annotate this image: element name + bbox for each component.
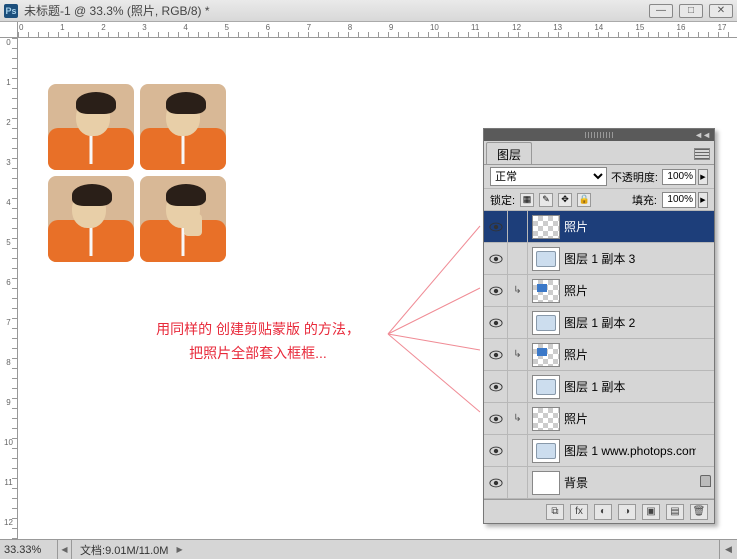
blend-mode-select[interactable]: 正常 xyxy=(490,167,607,186)
panel-tabs: 图层 xyxy=(484,141,714,165)
visibility-toggle-icon[interactable] xyxy=(484,371,508,402)
fill-flyout-icon[interactable]: ▶ xyxy=(698,192,708,208)
document-title: 未标题-1 @ 33.3% (照片, RGB/8) * xyxy=(24,2,210,19)
doc-size-value: 9.01M/11.0M xyxy=(105,545,168,557)
lock-label: 锁定: xyxy=(490,192,515,208)
layer-name[interactable]: 图层 1 副本 3 xyxy=(564,250,696,267)
opacity-flyout-icon[interactable]: ▶ xyxy=(698,169,708,185)
doc-size-label: 文档: xyxy=(80,545,105,557)
minimize-button[interactable]: — xyxy=(649,4,673,18)
panel-titlebar[interactable]: ◄◄ xyxy=(484,129,714,141)
clip-indicator-icon xyxy=(508,467,528,498)
visibility-toggle-icon[interactable] xyxy=(484,275,508,306)
opacity-label: 不透明度: xyxy=(611,169,658,185)
visibility-toggle-icon[interactable] xyxy=(484,243,508,274)
panel-grip-icon xyxy=(585,132,613,138)
clip-indicator-icon xyxy=(508,307,528,338)
layer-group-icon[interactable]: ▣ xyxy=(642,504,660,520)
photo-collage xyxy=(48,84,226,262)
scroll-left-icon[interactable]: ◀ xyxy=(719,540,737,559)
layer-row[interactable]: ↳ 照片 xyxy=(484,275,714,307)
clip-indicator-icon: ↳ xyxy=(508,275,528,306)
panel-menu-icon[interactable] xyxy=(694,148,710,160)
layer-mask-icon[interactable]: ◐ xyxy=(594,504,612,520)
ruler-horizontal[interactable]: 01234567891011121314151617 xyxy=(18,22,737,38)
visibility-toggle-icon[interactable] xyxy=(484,467,508,498)
layer-thumbnail[interactable] xyxy=(532,215,560,239)
fill-label: 填充: xyxy=(632,192,657,208)
layer-thumbnail[interactable] xyxy=(532,439,560,463)
layer-list[interactable]: 照片图层 1 副本 3↳照片图层 1 副本 2↳照片图层 1 副本↳照片图层 1… xyxy=(484,211,714,499)
layer-row[interactable]: 背景 xyxy=(484,467,714,499)
layer-thumbnail[interactable] xyxy=(532,247,560,271)
clip-indicator-icon: ↳ xyxy=(508,403,528,434)
layer-thumbnail[interactable] xyxy=(532,375,560,399)
layer-row[interactable]: 图层 1 副本 3 xyxy=(484,243,714,275)
panel-footer: ⧉ fx ◐ ◑ ▣ ▤ 🗑 xyxy=(484,499,714,523)
layer-thumbnail[interactable] xyxy=(532,343,560,367)
status-separator-icon[interactable]: ◀ xyxy=(58,540,72,559)
layer-name[interactable]: 图层 1 www.photops.com xyxy=(564,442,696,459)
layer-row[interactable]: ↳ 照片 xyxy=(484,339,714,371)
lock-position-icon[interactable]: ✥ xyxy=(558,193,572,207)
visibility-toggle-icon[interactable] xyxy=(484,403,508,434)
clip-indicator-icon: ↳ xyxy=(508,339,528,370)
status-menu-icon[interactable]: ▶ xyxy=(176,545,182,554)
lock-transparency-icon[interactable]: ▦ xyxy=(520,193,534,207)
annotation-line1: 用同样的 创建剪贴蒙版 的方法， xyxy=(108,318,408,342)
clip-indicator-icon xyxy=(508,243,528,274)
layer-row[interactable]: 图层 1 www.photops.com xyxy=(484,435,714,467)
link-layers-icon[interactable]: ⧉ xyxy=(546,504,564,520)
photo-top-right xyxy=(140,84,226,170)
layer-row[interactable]: 图层 1 副本 xyxy=(484,371,714,403)
ruler-vertical[interactable]: 0123456789101112 xyxy=(0,38,18,539)
layer-name[interactable]: 照片 xyxy=(564,282,696,299)
status-bar: 33.33% ◀ 文档:9.01M/11.0M ▶ ◀ xyxy=(0,539,737,559)
layer-thumbnail[interactable] xyxy=(532,471,560,495)
photo-top-left xyxy=(48,84,134,170)
fill-input[interactable] xyxy=(662,192,696,208)
layers-panel[interactable]: ◄◄ 图层 正常 不透明度: ▶ 锁定: ▦ ✎ ✥ 🔒 填充: ▶ 照片图层 … xyxy=(483,128,715,524)
clip-indicator-icon xyxy=(508,211,528,242)
clip-indicator-icon xyxy=(508,371,528,402)
lock-all-icon[interactable]: 🔒 xyxy=(577,193,591,207)
layer-lock-icon xyxy=(696,475,714,490)
layer-thumbnail[interactable] xyxy=(532,279,560,303)
visibility-toggle-icon[interactable] xyxy=(484,307,508,338)
adjustment-layer-icon[interactable]: ◑ xyxy=(618,504,636,520)
photoshop-icon: Ps xyxy=(4,4,18,18)
zoom-level[interactable]: 33.33% xyxy=(0,540,58,559)
close-button[interactable]: ✕ xyxy=(709,4,733,18)
layer-name[interactable]: 照片 xyxy=(564,346,696,363)
tab-layers[interactable]: 图层 xyxy=(486,142,532,164)
layer-thumbnail[interactable] xyxy=(532,407,560,431)
layer-row[interactable]: ↳ 照片 xyxy=(484,403,714,435)
photo-bottom-right xyxy=(140,176,226,262)
document-titlebar: Ps 未标题-1 @ 33.3% (照片, RGB/8) * — □ ✕ xyxy=(0,0,737,22)
ruler-origin[interactable] xyxy=(0,22,18,38)
layer-name[interactable]: 照片 xyxy=(564,218,696,235)
visibility-toggle-icon[interactable] xyxy=(484,211,508,242)
layer-name[interactable]: 照片 xyxy=(564,410,696,427)
panel-collapse-icon[interactable]: ◄◄ xyxy=(694,130,710,140)
layer-row[interactable]: 图层 1 副本 2 xyxy=(484,307,714,339)
new-layer-icon[interactable]: ▤ xyxy=(666,504,684,520)
layer-name[interactable]: 背景 xyxy=(564,474,696,491)
opacity-input[interactable] xyxy=(662,169,696,185)
clip-indicator-icon xyxy=(508,435,528,466)
maximize-button[interactable]: □ xyxy=(679,4,703,18)
visibility-toggle-icon[interactable] xyxy=(484,339,508,370)
layer-thumbnail[interactable] xyxy=(532,311,560,335)
lock-pixels-icon[interactable]: ✎ xyxy=(539,193,553,207)
annotation-text: 用同样的 创建剪贴蒙版 的方法， 把照片全部套入框框... xyxy=(108,318,408,366)
photo-bottom-left xyxy=(48,176,134,262)
layer-style-icon[interactable]: fx xyxy=(570,504,588,520)
layer-row[interactable]: 照片 xyxy=(484,211,714,243)
visibility-toggle-icon[interactable] xyxy=(484,435,508,466)
annotation-line2: 把照片全部套入框框... xyxy=(108,342,408,366)
delete-layer-icon[interactable]: 🗑 xyxy=(690,504,708,520)
layer-name[interactable]: 图层 1 副本 xyxy=(564,378,696,395)
layer-name[interactable]: 图层 1 副本 2 xyxy=(564,314,696,331)
